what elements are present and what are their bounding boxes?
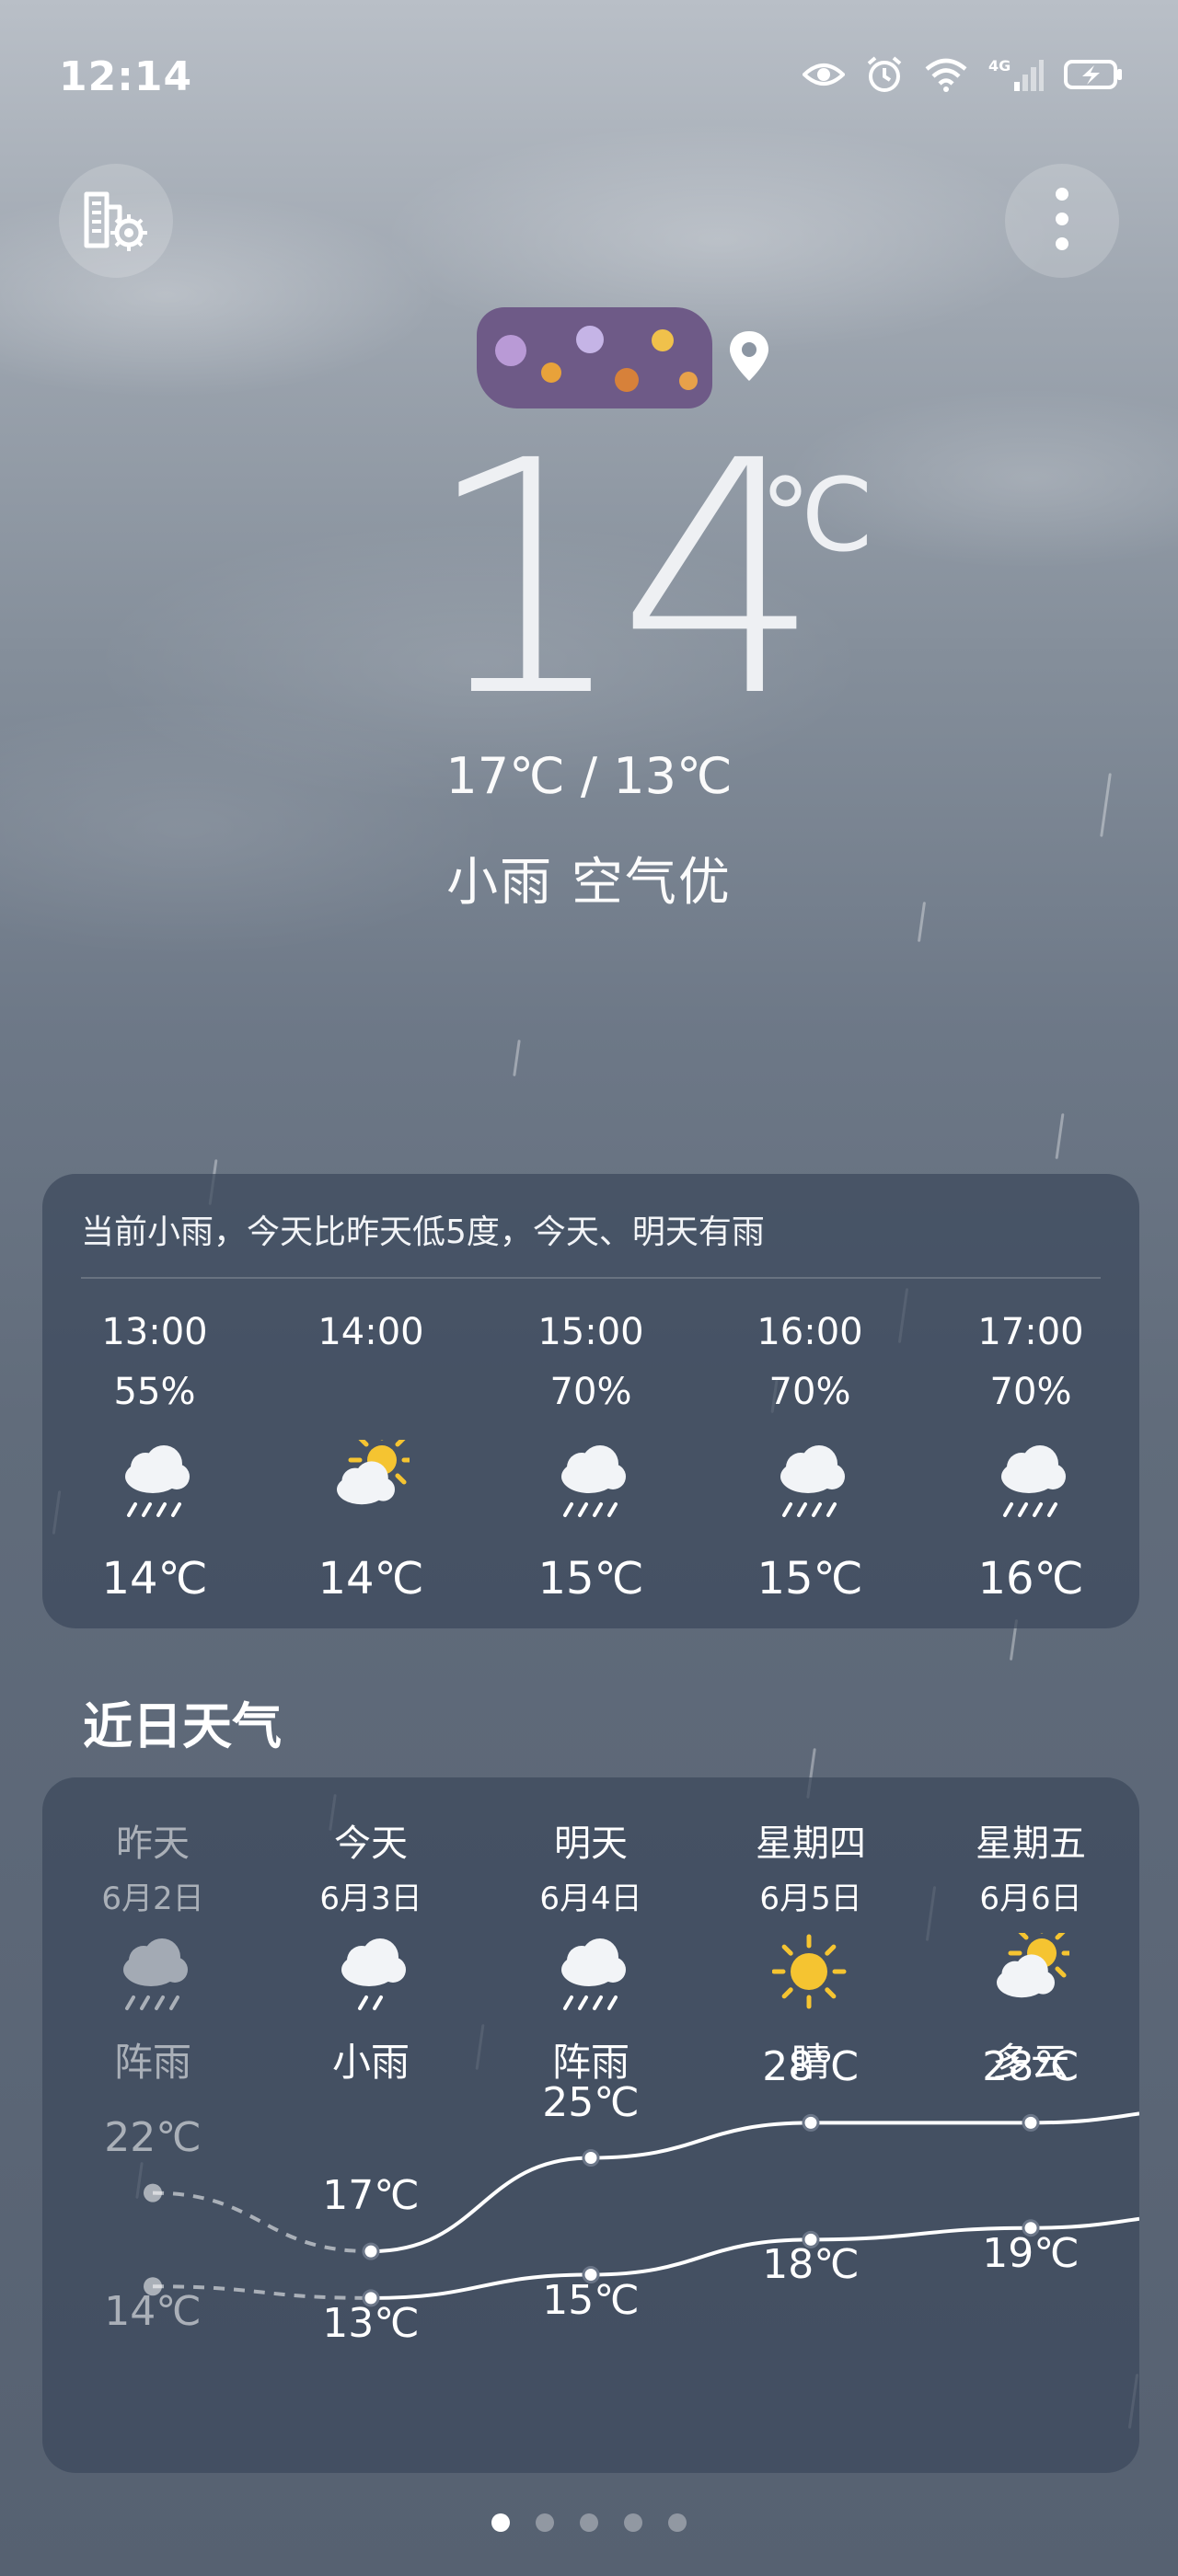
- rain-icon: [63, 1422, 247, 1542]
- high-temp-point: [802, 2113, 820, 2132]
- wifi-icon: [924, 57, 968, 92]
- precip-probability: 70%: [989, 1371, 1072, 1413]
- high-temp-label: 22℃: [104, 2113, 202, 2161]
- hour-temperature: 15℃: [537, 1553, 644, 1604]
- high-temp-label: 25℃: [542, 2078, 640, 2126]
- city-settings-icon: [81, 187, 151, 255]
- hourly-item: 17:00 70% 16℃: [939, 1303, 1123, 1616]
- more-options-button[interactable]: [1005, 164, 1119, 278]
- daily-forecast-card[interactable]: 昨天 6月2日 阵雨 今天 6月3日 小雨 明天 6月4日 阵雨 星期四 6月5…: [42, 1777, 1139, 2473]
- hourly-item: 16:00 70% 15℃: [718, 1303, 902, 1616]
- hour-time: 15:00: [537, 1311, 644, 1353]
- page-dot[interactable]: [536, 2513, 554, 2532]
- hour-time: 13:00: [101, 1311, 208, 1353]
- page-dot[interactable]: [580, 2513, 598, 2532]
- hour-time: 16:00: [756, 1311, 863, 1353]
- low-temp-label: 13℃: [322, 2299, 420, 2347]
- signal-icon: 4G: [988, 56, 1044, 93]
- page-dot[interactable]: [624, 2513, 642, 2532]
- hourly-forecast-card[interactable]: 当前小雨，今天比昨天低5度，今天、明天有雨 13:00 55% 14℃ 14:0…: [42, 1174, 1139, 1628]
- low-temp-label: 19℃: [982, 2229, 1080, 2277]
- more-icon: [1055, 187, 1069, 255]
- current-condition-aqi[interactable]: 小雨 空气优: [0, 841, 1178, 915]
- precip-probability: [279, 1362, 463, 1422]
- page-dot[interactable]: [491, 2513, 510, 2532]
- network-label: 4G: [988, 57, 1011, 75]
- high-temp-point: [1022, 2113, 1040, 2132]
- weather-summary: 当前小雨，今天比昨天低5度，今天、明天有雨: [81, 1213, 765, 1251]
- high-temp-label: 28℃: [762, 2043, 860, 2091]
- precip-probability: 70%: [549, 1371, 632, 1413]
- section-title-recent-weather: 近日天气: [83, 1697, 282, 1755]
- page-dot[interactable]: [668, 2513, 687, 2532]
- hour-temperature: 15℃: [756, 1553, 863, 1604]
- precip-probability: 70%: [768, 1371, 851, 1413]
- temperature-unit: ℃: [760, 456, 874, 574]
- hourly-item: 13:00 55% 14℃: [63, 1303, 247, 1616]
- hourly-item: 15:00 70% 15℃: [499, 1303, 683, 1616]
- page-indicator: [0, 2513, 1178, 2532]
- rain-icon: [718, 1422, 902, 1542]
- high-temp-label: 28℃: [982, 2043, 1080, 2091]
- alarm-icon: [865, 55, 904, 94]
- low-temp-label: 15℃: [542, 2276, 640, 2324]
- low-temp-label: 18℃: [762, 2241, 860, 2289]
- precip-probability: 55%: [113, 1371, 196, 1413]
- status-icons: 4G: [803, 55, 1123, 94]
- eye-icon: [803, 61, 845, 88]
- battery-charging-icon: [1064, 59, 1123, 90]
- high-temp-point: [144, 2183, 162, 2202]
- hour-temperature: 14℃: [101, 1553, 208, 1604]
- hour-temperature: 16℃: [977, 1553, 1084, 1604]
- divider: [81, 1277, 1101, 1279]
- hour-temperature: 14℃: [318, 1553, 424, 1604]
- city-settings-button[interactable]: [59, 164, 173, 278]
- hour-time: 14:00: [318, 1311, 424, 1353]
- rain-icon: [499, 1422, 683, 1542]
- rain-icon: [939, 1422, 1123, 1542]
- high-temp-label: 17℃: [322, 2172, 420, 2220]
- current-temperature: 14: [423, 392, 822, 767]
- location-pin-icon: [727, 329, 771, 386]
- raindrop: [1055, 1113, 1065, 1159]
- high-temp-point: [362, 2242, 380, 2260]
- raindrop: [513, 1039, 521, 1077]
- low-temp-label: 14℃: [104, 2288, 202, 2336]
- status-bar: 12:14 4G: [0, 0, 1178, 156]
- hour-time: 17:00: [977, 1311, 1084, 1353]
- status-time: 12:14: [59, 53, 193, 100]
- hourly-item: 14:00 14℃: [279, 1303, 463, 1616]
- partly-cloudy-icon: [279, 1422, 463, 1542]
- high-temp-point: [582, 2149, 600, 2167]
- today-high-low: 17℃ / 13℃: [445, 747, 733, 805]
